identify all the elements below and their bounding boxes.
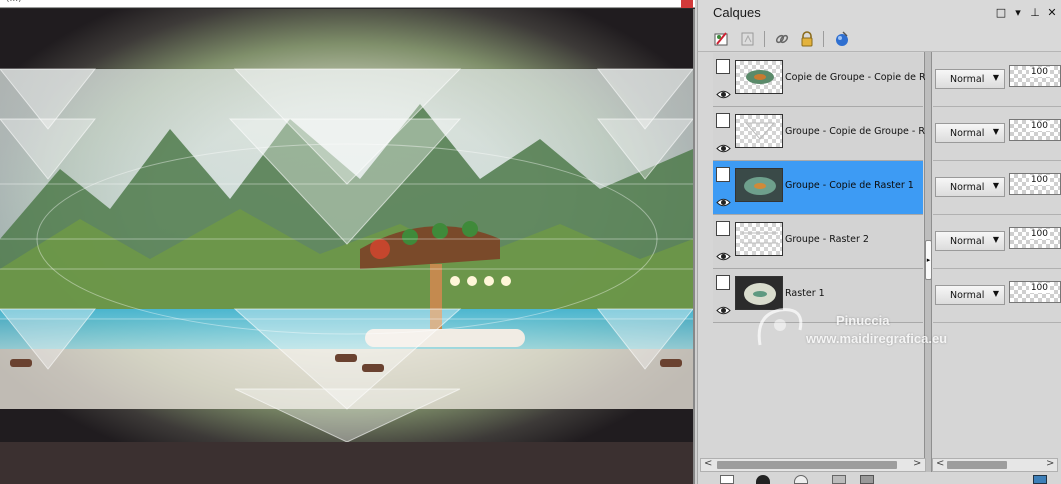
canvas-border [693, 9, 695, 484]
layer-row[interactable]: Groupe - Raster 2 [713, 215, 923, 269]
pin-icon[interactable]: ⊥ [1028, 6, 1042, 20]
group-icon[interactable] [794, 475, 808, 484]
toolbar-separator [764, 31, 765, 47]
layer-thumbnail [735, 222, 783, 256]
scroll-thumb[interactable] [947, 461, 1007, 469]
restore-icon[interactable]: □ [994, 6, 1008, 20]
blend-mode-value: Normal [950, 236, 985, 247]
scroll-right-icon[interactable]: > [913, 458, 921, 469]
layer-properties-list: Normal ▼ 100 Normal ▼ 100 Normal ▼ 100 N… [933, 53, 1061, 323]
blend-mode-value: Normal [950, 128, 985, 139]
blend-mode-value: Normal [950, 74, 985, 85]
scroll-left-icon[interactable]: < [704, 458, 712, 469]
dropdown-arrow-icon: ▼ [992, 127, 999, 136]
layer-row-selected[interactable]: Groupe - Copie de Raster 1 [713, 161, 923, 215]
layer-page-icon[interactable] [716, 59, 730, 74]
watermark-swirl-icon [757, 308, 803, 346]
layer-row[interactable]: Groupe - Copie de Groupe - Raste [713, 107, 925, 161]
canvas-bottom-area [0, 442, 693, 484]
canvas-close-icon[interactable] [681, 0, 693, 8]
layer-props-row: Normal ▼ 100 [933, 161, 1061, 215]
palette-title: Calques [713, 5, 761, 20]
layer-thumbnail [735, 168, 783, 202]
layer-props-row: Normal ▼ 100 [933, 107, 1061, 161]
eye-icon[interactable] [716, 302, 731, 315]
dropdown-arrow-icon: ▼ [992, 235, 999, 244]
palette-toolbar [698, 26, 1061, 52]
link-icon[interactable] [772, 29, 792, 49]
duplicate-layer-icon[interactable] [832, 475, 846, 484]
blend-ball-icon[interactable] [832, 29, 852, 49]
layer-properties-icon[interactable] [712, 29, 732, 49]
eye-icon[interactable] [716, 86, 731, 99]
layer-name: Copie de Groupe - Copie de Raste [785, 72, 925, 83]
splitter-handle-icon[interactable]: ▸ [925, 240, 932, 280]
palette-options-icon[interactable] [1033, 475, 1047, 484]
eye-icon[interactable] [716, 194, 731, 207]
layer-thumbnail [735, 114, 783, 148]
blend-mode-value: Normal [950, 182, 985, 193]
opacity-field[interactable]: 100 [1009, 65, 1061, 87]
scroll-left-icon[interactable]: < [936, 458, 944, 469]
layer-page-icon[interactable] [716, 221, 730, 236]
canvas-image[interactable] [0, 9, 693, 442]
dropdown-arrow-icon: ▼ [992, 73, 999, 82]
layer-page-icon[interactable] [716, 275, 730, 290]
toolbar-separator [823, 31, 824, 47]
new-layer-icon[interactable] [720, 475, 734, 484]
palette-bottom-toolbar [700, 474, 1061, 484]
menu-arrow-icon[interactable]: ▾ [1011, 6, 1025, 20]
opacity-field[interactable]: 100 [1009, 119, 1061, 141]
palette-header: Calques □ ▾ ⊥ ✕ [698, 0, 1061, 26]
opacity-value: 100 [1028, 283, 1050, 293]
app-root: (...) [0, 0, 1061, 484]
eye-icon[interactable] [716, 140, 731, 153]
layer-page-icon[interactable] [716, 167, 730, 182]
layer-list-scrollbar[interactable]: < > [700, 458, 926, 472]
opacity-value: 100 [1028, 67, 1050, 77]
artwork-image [0, 9, 693, 442]
opacity-field[interactable]: 100 [1009, 281, 1061, 303]
layer-name: Groupe - Copie de Groupe - Raste [785, 126, 925, 137]
delete-layer-icon[interactable] [860, 475, 874, 484]
props-scrollbar[interactable]: < > [932, 458, 1058, 472]
close-icon[interactable]: ✕ [1045, 6, 1059, 20]
canvas-window: (...) [0, 0, 695, 484]
scroll-right-icon[interactable]: > [1046, 458, 1054, 469]
layer-props-row: Normal ▼ 100 [933, 53, 1061, 107]
blend-mode-select[interactable]: Normal ▼ [935, 231, 1005, 251]
watermark-name: Pinuccia [836, 313, 890, 328]
canvas-titlebar: (...) [0, 0, 695, 8]
watermark: Pinuccia www.maidiregrafica.eu [750, 295, 980, 355]
opacity-value: 100 [1028, 229, 1050, 239]
scroll-thumb[interactable] [717, 461, 897, 469]
blend-mode-select[interactable]: Normal ▼ [935, 69, 1005, 89]
blend-mode-select[interactable]: Normal ▼ [935, 177, 1005, 197]
layer-name: Groupe - Raster 2 [785, 234, 869, 245]
layer-list: Copie de Groupe - Copie de Raste Groupe … [713, 53, 925, 323]
canvas-title: (...) [6, 0, 256, 4]
opacity-value: 100 [1028, 175, 1050, 185]
layer-thumbnail [735, 60, 783, 94]
layer-name: Groupe - Copie de Raster 1 [785, 180, 914, 191]
opacity-value: 100 [1028, 121, 1050, 131]
opacity-field[interactable]: 100 [1009, 227, 1061, 249]
blend-mode-select[interactable]: Normal ▼ [935, 123, 1005, 143]
watermark-url: www.maidiregrafica.eu [806, 331, 948, 346]
eye-icon[interactable] [716, 248, 731, 261]
lock-icon[interactable] [797, 29, 817, 49]
opacity-field[interactable]: 100 [1009, 173, 1061, 195]
dropdown-arrow-icon: ▼ [992, 289, 999, 298]
layer-props-row: Normal ▼ 100 [933, 215, 1061, 269]
dropdown-arrow-icon: ▼ [992, 181, 999, 190]
layer-page-icon[interactable] [716, 113, 730, 128]
layer-row[interactable]: Copie de Groupe - Copie de Raste [713, 53, 925, 107]
mask-icon[interactable] [738, 29, 758, 49]
mask-layer-icon[interactable] [756, 475, 770, 484]
